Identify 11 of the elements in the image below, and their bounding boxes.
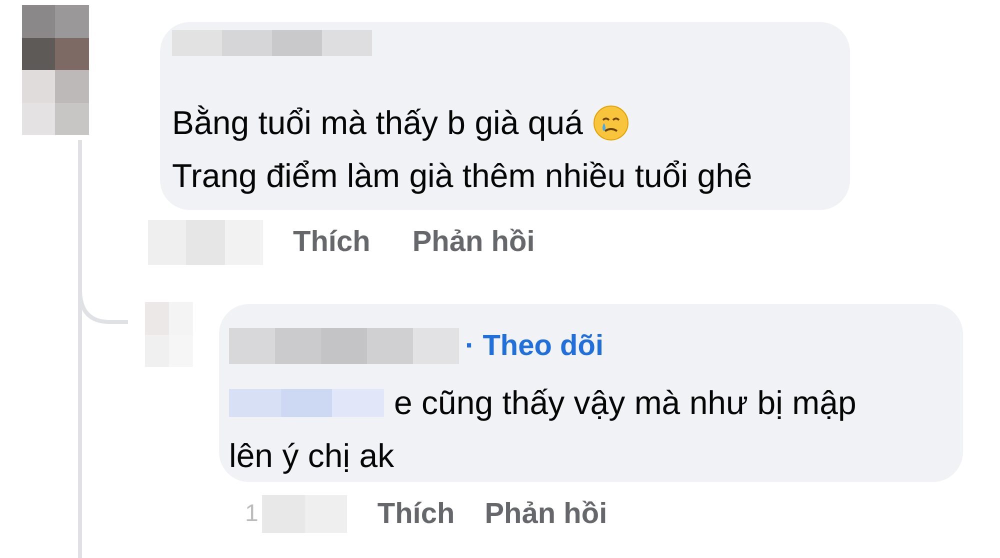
timestamp: 1 (245, 500, 258, 528)
comment-text: Trang điểm làm già thêm nhiều tuổi ghê (172, 156, 752, 196)
action-link[interactable]: Phản hồi (484, 498, 608, 530)
tearful-face-icon (592, 104, 629, 140)
follow-link[interactable]: · Theo dõi (465, 330, 604, 362)
action-link[interactable]: Thích (377, 498, 455, 530)
reply-text: e cũng thấy vậy mà như bị mập (394, 383, 856, 423)
action-link[interactable]: Phản hồi (412, 226, 535, 258)
comment-text: Bằng tuổi mà thấy b già quá (172, 103, 583, 143)
action-link[interactable]: Thích (293, 226, 370, 258)
reply-text: lên ý chị ak (229, 436, 394, 476)
